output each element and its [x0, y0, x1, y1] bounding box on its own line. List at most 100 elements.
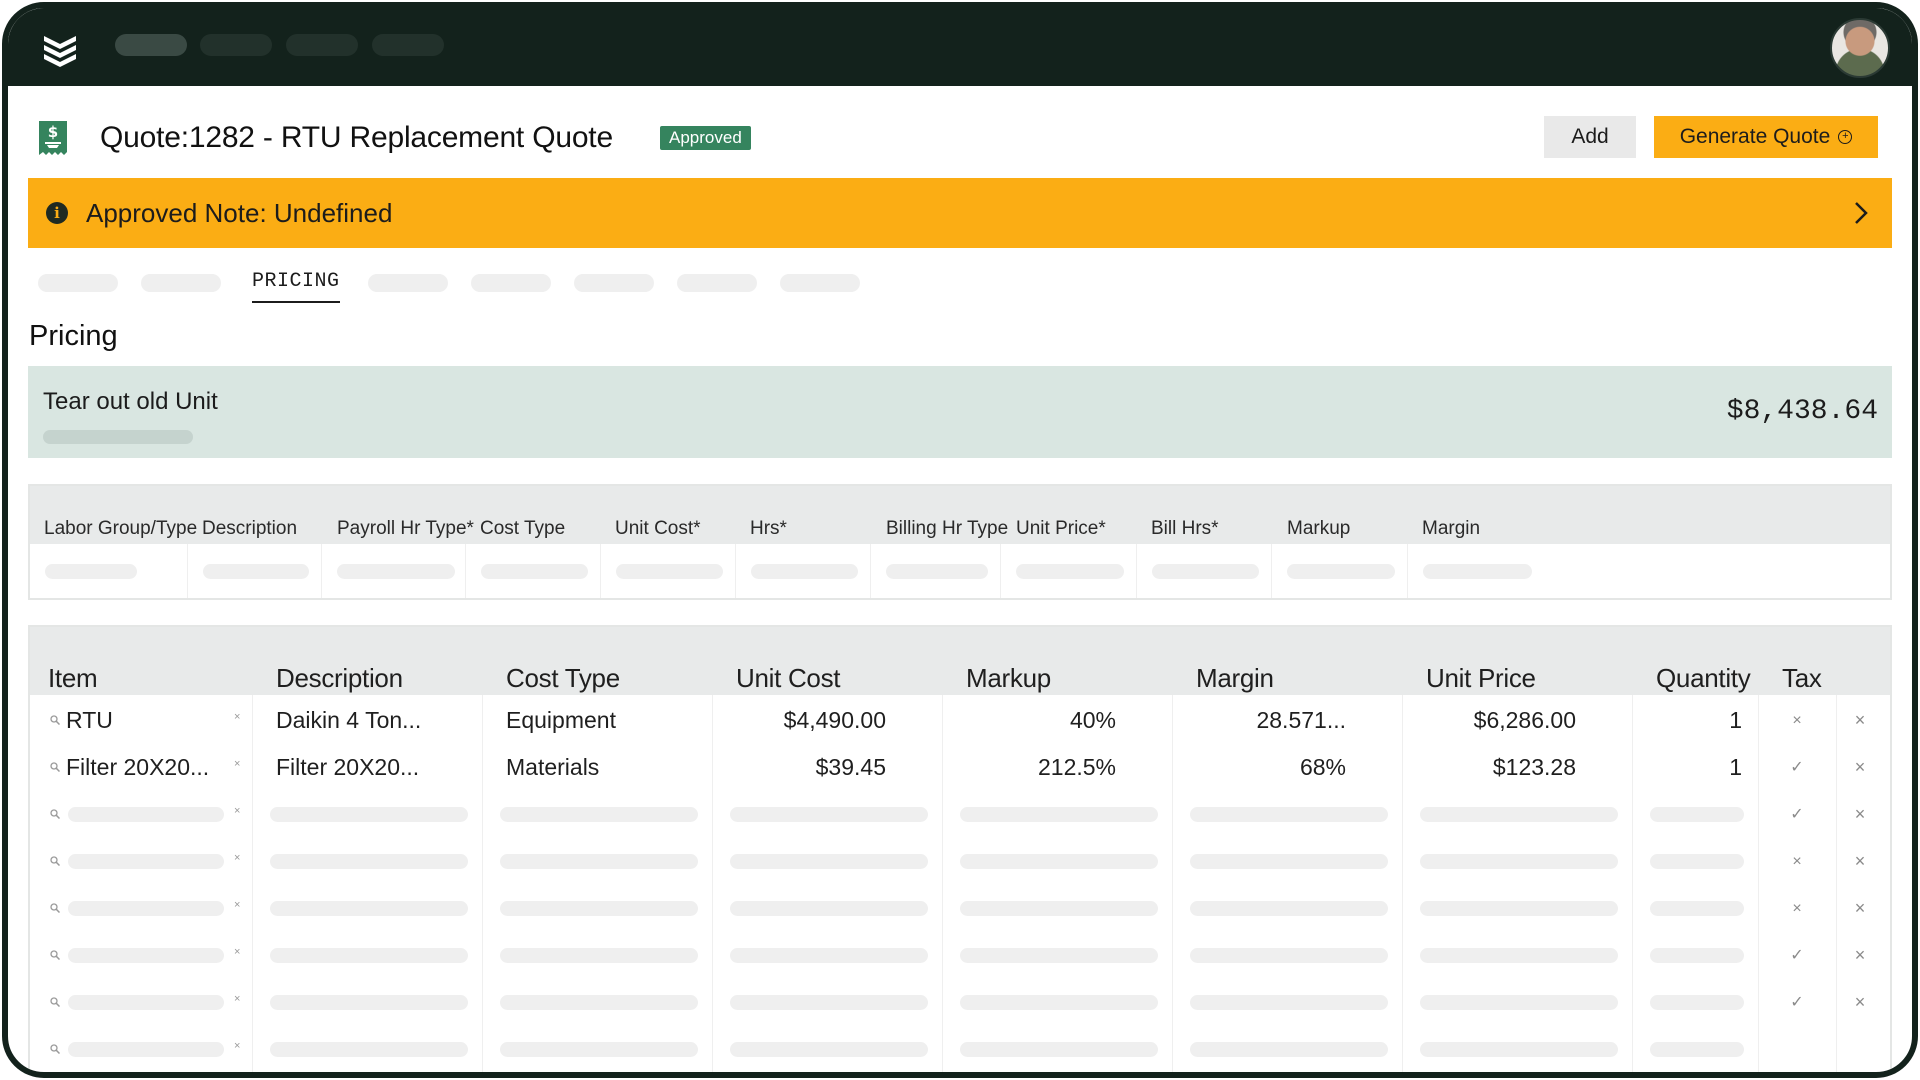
cell-unit-cost[interactable]: $39.45	[712, 744, 886, 791]
cell-description[interactable]: Daikin 4 Ton...	[276, 697, 421, 744]
labor-column-header[interactable]: Payroll Hr Type*	[337, 518, 474, 540]
labor-cell[interactable]	[735, 544, 870, 598]
cell-margin[interactable]: 68%	[1172, 744, 1346, 791]
approved-note-banner[interactable]: i Approved Note: Undefined	[28, 178, 1892, 248]
x-icon[interactable]: ×	[1785, 697, 1809, 744]
tab-2[interactable]	[141, 274, 221, 292]
clear-item-icon[interactable]: ×	[234, 899, 240, 911]
cell-item[interactable]: Filter 20X20...	[66, 744, 209, 791]
nav-item-4[interactable]	[372, 34, 444, 56]
table-row-placeholder[interactable]: × ✓ ×	[30, 791, 1890, 838]
labor-column-header[interactable]: Hrs*	[750, 518, 787, 540]
app-window: $ Quote:1282 - RTU Replacement Quote App…	[2, 2, 1918, 1078]
items-column-header[interactable]: Margin	[1196, 663, 1274, 694]
x-icon[interactable]: ×	[1785, 838, 1809, 885]
tab-7[interactable]	[677, 274, 757, 292]
cell-markup[interactable]: 212.5%	[942, 744, 1116, 791]
labor-cell[interactable]	[870, 544, 1000, 598]
tab-8[interactable]	[780, 274, 860, 292]
table-row[interactable]: RTU Daikin 4 Ton... Equipment $4,490.00 40% 2…	[30, 697, 1890, 744]
labor-column-header[interactable]: Billing Hr Type	[886, 518, 1008, 540]
x-icon[interactable]: ×	[1785, 885, 1809, 932]
delete-row-icon[interactable]: ×	[1848, 979, 1872, 1026]
items-column-header[interactable]: Unit Price	[1426, 663, 1536, 694]
user-avatar[interactable]	[1830, 18, 1890, 78]
clear-item-icon[interactable]: ×	[234, 805, 240, 817]
cell-description[interactable]: Filter 20X20...	[276, 744, 419, 791]
cell-item[interactable]: RTU	[66, 697, 113, 744]
loading-placeholder	[1420, 854, 1618, 869]
tab-1[interactable]	[38, 274, 118, 292]
labor-column-header[interactable]: Cost Type	[480, 518, 565, 540]
check-icon[interactable]: ✓	[1785, 979, 1809, 1026]
clear-item-icon[interactable]: ×	[234, 758, 240, 770]
items-column-header[interactable]: Markup	[966, 663, 1051, 694]
clear-item-icon[interactable]: ×	[234, 946, 240, 958]
table-row-placeholder[interactable]: × × ×	[30, 885, 1890, 932]
labor-cell[interactable]	[1136, 544, 1271, 598]
add-button[interactable]: Add	[1544, 116, 1636, 158]
clear-item-icon[interactable]: ×	[234, 993, 240, 1005]
table-row-placeholder[interactable]: × ✓ ×	[30, 932, 1890, 979]
cell-markup[interactable]: 40%	[942, 697, 1116, 744]
labor-cell[interactable]	[187, 544, 321, 598]
items-column-header[interactable]: Tax	[1782, 663, 1822, 694]
labor-column-header[interactable]: Unit Price*	[1016, 518, 1106, 540]
items-column-header[interactable]: Item	[48, 663, 98, 694]
tab-6[interactable]	[574, 274, 654, 292]
delete-row-icon[interactable]: ×	[1848, 932, 1872, 979]
check-icon[interactable]: ✓	[1785, 744, 1809, 791]
table-row-placeholder[interactable]: × ✓ ×	[30, 979, 1890, 1026]
table-row-placeholder[interactable]: × × ×	[30, 838, 1890, 885]
labor-column-header[interactable]: Unit Cost*	[615, 518, 701, 540]
cell-unit-price[interactable]: $123.28	[1402, 744, 1576, 791]
cell-cost-type[interactable]: Materials	[506, 744, 599, 791]
nav-item-3[interactable]	[286, 34, 358, 56]
chevrons-logo-icon[interactable]	[40, 30, 80, 70]
delete-row-icon[interactable]: ×	[1848, 744, 1872, 791]
items-column-header[interactable]: Cost Type	[506, 663, 620, 694]
delete-row-icon[interactable]: ×	[1848, 697, 1872, 744]
cell-cost-type[interactable]: Equipment	[506, 697, 616, 744]
tab-4[interactable]	[368, 274, 448, 292]
loading-placeholder	[886, 564, 988, 579]
loading-placeholder	[270, 807, 468, 822]
items-column-header[interactable]: Unit Cost	[736, 663, 841, 694]
items-column-header[interactable]: Quantity	[1656, 663, 1751, 694]
delete-row-icon[interactable]: ×	[1848, 791, 1872, 838]
nav-item-2[interactable]	[200, 34, 272, 56]
items-column-header[interactable]: Description	[276, 663, 403, 694]
labor-column-header[interactable]: Bill Hrs*	[1151, 518, 1219, 540]
labor-cell[interactable]	[1271, 544, 1407, 598]
cell-unit-cost[interactable]: $4,490.00	[712, 697, 886, 744]
labor-column-header[interactable]: Labor Group/Type	[44, 518, 197, 540]
delete-row-icon[interactable]: ×	[1848, 885, 1872, 932]
labor-cell[interactable]	[321, 544, 465, 598]
cell-margin[interactable]: 28.571...	[1172, 697, 1346, 744]
labor-cell[interactable]	[1407, 544, 1544, 598]
cell-quantity[interactable]: 1	[1632, 744, 1742, 791]
check-icon[interactable]: ✓	[1785, 791, 1809, 838]
tab-pricing[interactable]: PRICING	[252, 270, 340, 303]
pricing-group-header[interactable]: Tear out old Unit $8,438.64	[28, 366, 1892, 458]
labor-cell[interactable]	[30, 544, 187, 598]
cell-quantity[interactable]: 1	[1632, 697, 1742, 744]
nav-item-1[interactable]	[115, 34, 187, 56]
cell-unit-price[interactable]: $6,286.00	[1402, 697, 1576, 744]
clear-item-icon[interactable]: ×	[234, 711, 240, 723]
labor-cell[interactable]	[600, 544, 735, 598]
labor-cell[interactable]	[465, 544, 600, 598]
tab-5[interactable]	[471, 274, 551, 292]
labor-cell[interactable]	[1000, 544, 1136, 598]
labor-column-header[interactable]: Margin	[1422, 518, 1480, 540]
chevron-right-icon[interactable]	[1850, 200, 1872, 226]
table-row-placeholder[interactable]: ×	[30, 1026, 1890, 1072]
table-row[interactable]: Filter 20X20... Filter 20X20... Materials $…	[30, 744, 1890, 791]
labor-column-header[interactable]: Markup	[1287, 518, 1350, 540]
generate-quote-button[interactable]: Generate Quote +	[1654, 116, 1878, 158]
check-icon[interactable]: ✓	[1785, 932, 1809, 979]
clear-item-icon[interactable]: ×	[234, 852, 240, 864]
clear-item-icon[interactable]: ×	[234, 1040, 240, 1052]
delete-row-icon[interactable]: ×	[1848, 838, 1872, 885]
labor-column-header[interactable]: Description	[202, 518, 297, 540]
